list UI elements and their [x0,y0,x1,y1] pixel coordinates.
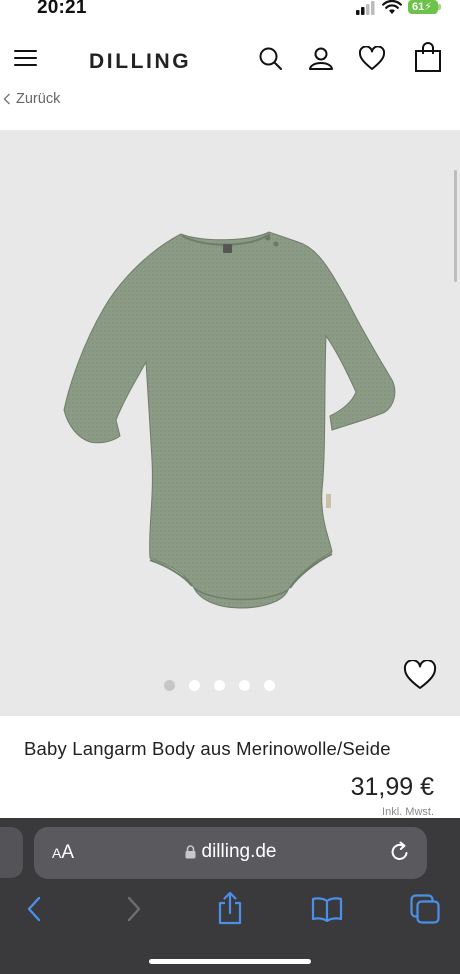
account-icon[interactable] [308,46,334,72]
charging-icon: ⚡ [424,1,432,13]
menu-icon[interactable] [14,50,37,66]
lock-icon [185,845,195,859]
battery-tip [438,4,441,10]
signal-icon [356,1,375,15]
product-title: Baby Langarm Body aus Merinowolle/Seide [24,738,391,759]
address-bar[interactable]: AA dilling.de [34,827,427,879]
search-icon[interactable] [258,46,284,72]
back-arrow-icon[interactable] [26,896,42,922]
tabs-icon[interactable] [410,894,440,924]
gallery-dot-2[interactable] [189,680,200,691]
gallery-dot-3[interactable] [214,680,225,691]
page-scroll-indicator[interactable] [454,170,457,282]
shopping-bag-icon[interactable] [414,42,442,72]
back-link-label: Zurück [16,91,61,107]
url-display[interactable]: dilling.de [34,841,427,863]
add-to-wishlist-heart-icon[interactable] [403,660,437,691]
wishlist-heart-icon[interactable] [358,46,386,72]
gallery-dot-4[interactable] [239,680,250,691]
browser-bottom-bar: AA dilling.de [0,818,460,974]
brand-logo[interactable]: DILLING [89,50,191,74]
tax-note: Inkl. Mwst. [382,806,434,818]
product-image [63,231,396,609]
status-bar: 20:21 61⚡ [0,0,460,22]
product-price: 31,99 € [350,773,434,801]
gallery-pagination [164,680,275,691]
gallery-dot-1[interactable] [164,680,175,691]
wifi-icon [382,0,402,14]
status-time: 20:21 [37,0,87,18]
battery-level: 61 [412,1,425,13]
home-indicator[interactable] [149,959,311,964]
chevron-left-icon [3,93,10,105]
share-icon[interactable] [216,891,244,925]
bookmarks-icon[interactable] [311,896,343,922]
reload-icon[interactable] [389,841,411,863]
site-header: DILLING [0,38,460,84]
battery-indicator: 61⚡ [408,0,438,14]
previous-tab-preview[interactable] [0,827,23,878]
gallery-dot-5[interactable] [264,680,275,691]
product-image-gallery[interactable] [0,130,460,716]
back-link[interactable]: Zurück [3,91,60,107]
forward-arrow-icon[interactable] [126,896,142,922]
url-text: dilling.de [201,841,277,862]
